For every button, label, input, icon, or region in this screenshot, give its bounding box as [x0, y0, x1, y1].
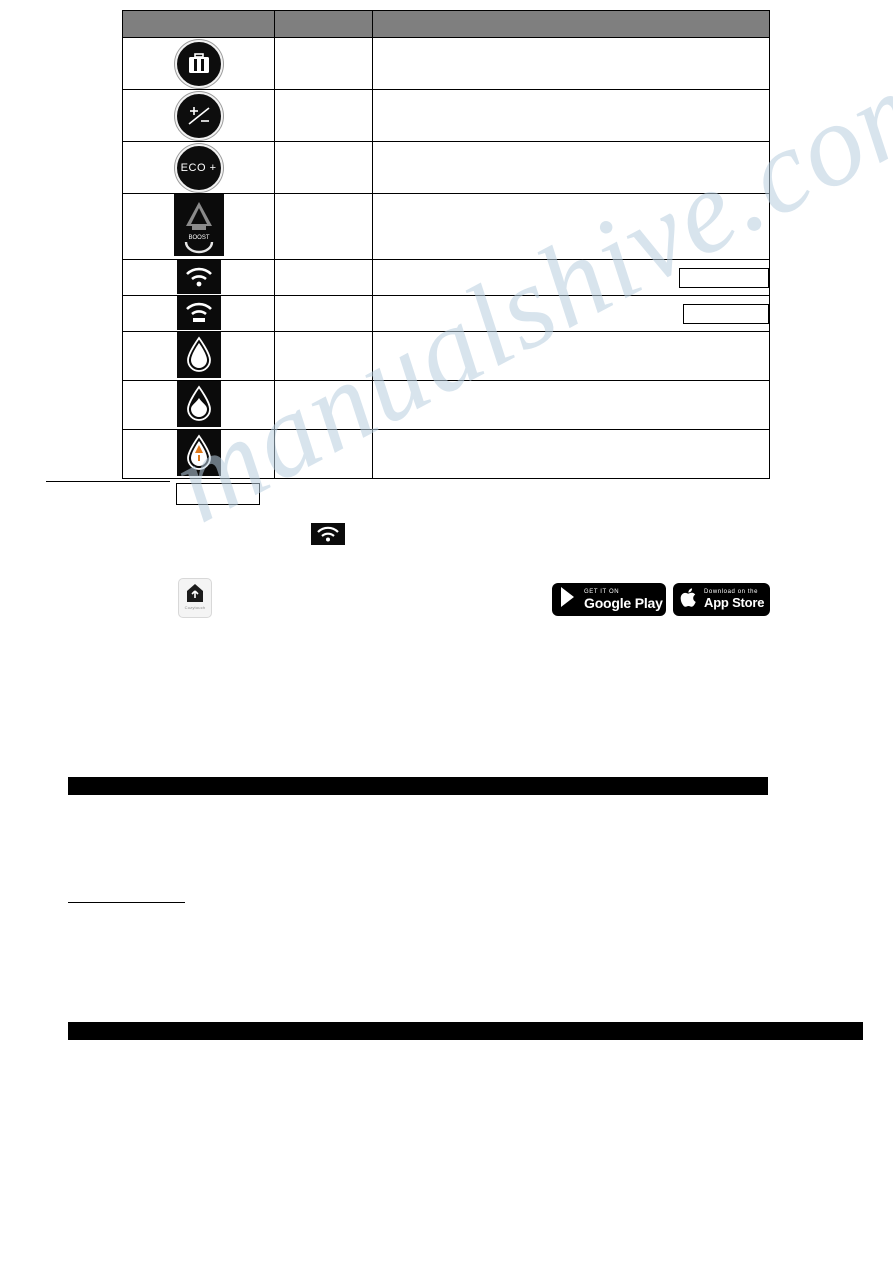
icon-cell: ECO + — [121, 141, 276, 194]
table-row — [121, 380, 770, 430]
water-drop-full-icon — [176, 332, 221, 378]
icon-name-cell — [274, 193, 374, 260]
table-row — [121, 259, 770, 296]
google-play-icon — [559, 586, 579, 613]
table-row — [121, 37, 770, 90]
table-row: BOOST — [121, 193, 770, 260]
app-store-main-text: App Store — [704, 595, 765, 610]
icon-name-cell — [274, 295, 374, 332]
note-value-box[interactable] — [176, 483, 260, 505]
icon-desc-cell — [372, 89, 770, 142]
table-header — [121, 10, 770, 38]
plus-minus-icon — [174, 91, 223, 140]
icon-cell — [121, 331, 276, 381]
icon-name-cell — [274, 429, 374, 479]
table-row — [121, 331, 770, 381]
icon-cell — [121, 37, 276, 90]
water-drop-alert-icon — [176, 430, 221, 476]
section-bar-1 — [68, 777, 768, 795]
water-drop-half-icon — [176, 381, 221, 427]
table-row: ECO + — [121, 141, 770, 194]
icon-name-cell — [274, 259, 374, 296]
table-header-name — [274, 10, 374, 38]
icon-name-cell — [274, 37, 374, 90]
icon-desc-cell — [372, 141, 770, 194]
icon-desc-cell — [372, 380, 770, 430]
icon-name-cell — [274, 89, 374, 142]
icon-cell — [121, 295, 276, 332]
google-play-badge[interactable]: GET IT ON Google Play — [552, 583, 666, 616]
boost-icon: BOOST — [173, 194, 224, 256]
table-row — [121, 429, 770, 479]
icon-cell — [121, 380, 276, 430]
svg-text:BOOST: BOOST — [188, 235, 209, 241]
icon-cell — [121, 89, 276, 142]
table-body: ECO + BOOST — [121, 37, 770, 479]
google-play-main-text: Google Play — [584, 594, 663, 611]
eco-plus-label: ECO + — [180, 161, 217, 174]
icon-cell — [121, 259, 276, 296]
app-store-badge[interactable]: Download on the App Store — [673, 583, 770, 616]
suitcase-icon — [174, 39, 223, 88]
desc-inner — [373, 267, 769, 288]
value-box[interactable] — [679, 267, 769, 288]
table-header-row — [121, 10, 770, 38]
cozytouch-app-label: Cozytouch — [184, 605, 206, 610]
section-underline-1 — [46, 481, 170, 482]
table-header-description — [372, 10, 770, 38]
icon-cell — [121, 429, 276, 479]
wifi-signal-icon — [176, 260, 221, 294]
icon-desc-cell — [372, 259, 770, 296]
google-play-text: GET IT ON Google Play — [584, 589, 663, 611]
icon-desc-cell — [372, 193, 770, 260]
apple-logo-icon — [680, 586, 699, 614]
icon-desc-cell — [372, 37, 770, 90]
icon-desc-cell — [372, 331, 770, 381]
table-row — [121, 89, 770, 142]
icon-name-cell — [274, 380, 374, 430]
icon-legend-table: ECO + BOOST — [121, 10, 770, 479]
icon-desc-cell — [372, 295, 770, 332]
icon-desc-cell — [372, 429, 770, 479]
icon-name-cell — [274, 331, 374, 381]
section-bar-2 — [68, 1022, 863, 1040]
wifi-device-icon — [176, 296, 221, 330]
icon-cell: BOOST — [121, 193, 276, 260]
app-store-text: Download on the App Store — [704, 589, 765, 610]
icon-name-cell — [274, 141, 374, 194]
cozytouch-app-icon[interactable]: Cozytouch — [178, 578, 212, 618]
eco-plus-icon: ECO + — [174, 143, 223, 192]
value-box[interactable] — [683, 303, 769, 324]
table-row — [121, 295, 770, 332]
table-header-icon — [121, 10, 276, 38]
section-underline-2 — [68, 902, 185, 903]
desc-inner — [373, 303, 769, 324]
wifi-icon — [311, 523, 345, 545]
